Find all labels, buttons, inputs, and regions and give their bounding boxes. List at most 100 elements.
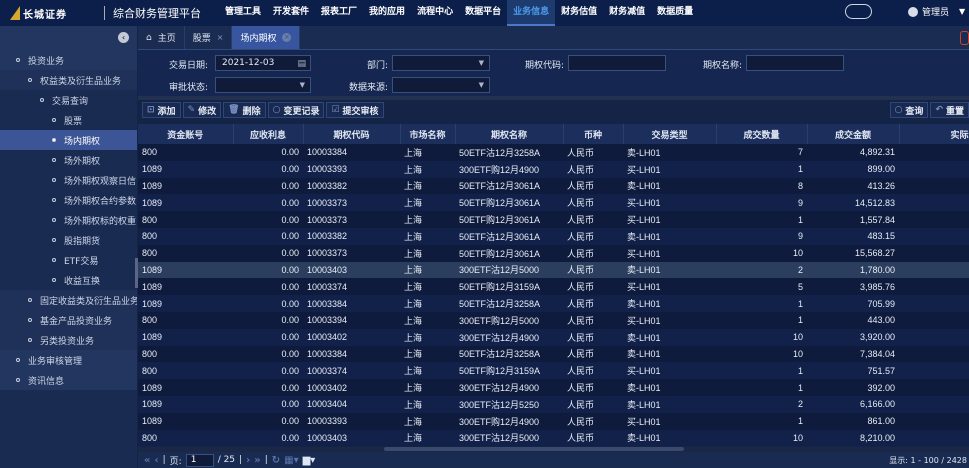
bullet-icon — [52, 118, 56, 122]
option-name-input[interactable] — [746, 55, 844, 71]
table-cell: 1,779 — [899, 261, 969, 279]
nav-item[interactable]: 流程中心 — [411, 0, 459, 26]
bullet-icon — [28, 338, 32, 342]
close-icon[interactable]: × — [217, 33, 224, 42]
main-content: ⌂ 主页 股票 × 场内期权 × 交易日期: 2021-12-03 ▤ 部门: ▼ 期权… — [138, 26, 969, 468]
sidebar-item[interactable]: 业务审核管理 — [0, 350, 137, 370]
sidebar-item[interactable]: 固定收益类及衍生品业务 — [0, 290, 137, 310]
sidebar-item[interactable]: 场内期权 — [0, 130, 137, 150]
dept-select[interactable]: ▼ — [392, 55, 490, 71]
sidebar-item[interactable]: 基金产品投资业务 — [0, 310, 137, 330]
table-row[interactable]: 1089 0.00 10003404 上海 300ETF沽12月5250 人民币 卖-LH0… — [138, 395, 969, 413]
tab-exchange-options[interactable]: 场内期权 × — [232, 26, 301, 49]
table-cell: 上海 — [400, 261, 455, 279]
tab-home[interactable]: ⌂ 主页 — [138, 26, 185, 49]
column-header[interactable]: 交易类型 — [623, 124, 717, 144]
page-input[interactable]: 1 — [185, 453, 214, 467]
column-header[interactable]: 市场名称 — [400, 124, 456, 144]
table-row[interactable]: 1089 0.00 10003402 上海 300ETF沽12月4900 人民币 卖-LH0… — [138, 328, 969, 346]
sidebar-item[interactable]: 股指期货 — [0, 230, 137, 250]
sidebar-item[interactable]: 场外期权标的权重 — [0, 210, 137, 230]
source-select[interactable]: ▼ — [392, 77, 490, 93]
table-row[interactable]: 1089 0.00 10003373 上海 50ETF购12月3061A 人民币 买-LH0… — [138, 194, 969, 212]
nav-item[interactable]: 数据质量 — [651, 0, 699, 26]
column-header[interactable]: 成交数量 — [716, 124, 808, 144]
table-cell: 800 — [138, 345, 233, 363]
table-row[interactable]: 800 0.00 10003403 上海 300ETF沽12月5000 人民币 卖-LH01… — [138, 429, 969, 447]
trade-date-input[interactable]: 2021-12-03 ▤ — [215, 55, 311, 71]
toolbar: ⊡ 添加 ✎ 修改 🗑 删除 ○ 变更记录 ☑ 提交审核 ○ 查询 ↶ 重置 — [138, 100, 969, 120]
column-header[interactable]: 应收利息 — [233, 124, 304, 144]
column-header[interactable]: 实际收付 — [899, 124, 969, 144]
column-header[interactable]: 期权名称 — [455, 124, 564, 144]
table-row[interactable]: 1089 0.00 10003393 上海 300ETF购12月4900 人民币 买-LH0… — [138, 412, 969, 430]
edit-button[interactable]: ✎ 修改 — [182, 102, 222, 118]
table-cell: 1 — [716, 412, 807, 430]
sidebar-item[interactable]: 资讯信息 — [0, 370, 137, 390]
scrollbar-thumb[interactable] — [384, 447, 684, 451]
collapse-icon[interactable]: ‹ — [118, 32, 129, 43]
table-row[interactable]: 1089 0.00 10003393 上海 300ETF购12月4900 人民币 买-LH0… — [138, 160, 969, 178]
close-icon[interactable]: × — [282, 33, 292, 42]
sidebar-item[interactable]: 另类投资业务 — [0, 330, 137, 350]
table-row[interactable]: 800 0.00 10003382 上海 50ETF沽12月3061A 人民币 卖-LH01… — [138, 227, 969, 245]
bullet-icon — [16, 378, 20, 382]
table-row[interactable]: 1089 0.00 10003384 上海 50ETF沽12月3258A 人民币 卖-LH0… — [138, 295, 969, 312]
column-header[interactable]: 币种 — [563, 124, 624, 144]
sidebar-item[interactable]: 投资业务 — [0, 50, 137, 70]
sidebar-item[interactable]: 权益类及衍生品业务 — [0, 70, 137, 90]
table-row[interactable]: 800 0.00 10003373 上海 50ETF购12月3061A 人民币 买-LH01… — [138, 244, 969, 262]
user-menu[interactable]: 管理员 ▼ — [908, 5, 965, 18]
table-row[interactable]: 800 0.00 10003384 上海 50ETF沽12月3258A 人民币 卖-LH01… — [138, 144, 969, 161]
next-page-icon[interactable]: › — [246, 455, 250, 466]
info-icon[interactable] — [960, 31, 969, 45]
bullet-icon — [52, 178, 56, 182]
sidebar-item[interactable]: 场外期权合约参数 — [0, 190, 137, 210]
last-page-icon[interactable]: » — [254, 455, 260, 466]
nav-item[interactable]: 财务估值 — [555, 0, 603, 26]
table-row[interactable]: 1089 0.00 10003382 上海 50ETF沽12月3061A 人民币 卖-LH0… — [138, 177, 969, 195]
sidebar-item[interactable]: ETF交易 — [0, 250, 137, 270]
prev-page-icon[interactable]: ‹ — [154, 455, 158, 466]
table-cell: 8,210.00 — [807, 429, 899, 447]
table-row[interactable]: 1089 0.00 10003403 上海 300ETF沽12月5000 人民币 卖-LH0… — [138, 261, 969, 279]
history-button[interactable]: ○ 变更记录 — [267, 102, 325, 118]
first-page-icon[interactable]: « — [144, 455, 150, 466]
table-row[interactable]: 800 0.00 10003394 上海 300ETF购12月5000 人民币 买-LH01… — [138, 311, 969, 329]
table-row[interactable]: 800 0.00 10003374 上海 50ETF购12月3159A 人民币 买-LH01… — [138, 362, 969, 380]
export-menu-icon[interactable]: ▆▾ — [303, 455, 316, 466]
columns-menu-icon[interactable]: ▦▾ — [284, 455, 298, 466]
sidebar-item-label: 场内期权 — [64, 136, 101, 147]
reset-button[interactable]: ↶ 重置 — [930, 102, 969, 118]
nav-item[interactable]: 业务信息 — [507, 0, 556, 26]
sidebar-item[interactable]: 收益互换 — [0, 270, 137, 290]
delete-button[interactable]: 🗑 删除 — [223, 102, 266, 118]
search-button[interactable] — [845, 4, 872, 19]
tab-stock[interactable]: 股票 × — [185, 26, 233, 49]
nav-item[interactable]: 开发套件 — [267, 0, 315, 26]
sidebar-item[interactable]: 场外期权 — [0, 150, 137, 170]
nav-item[interactable]: 我的应用 — [363, 0, 411, 26]
table-cell: 10003382 — [303, 227, 400, 245]
nav-item[interactable]: 报表工厂 — [315, 0, 363, 26]
nav-item[interactable]: 数据平台 — [459, 0, 507, 26]
add-button[interactable]: ⊡ 添加 — [142, 102, 181, 118]
nav-item[interactable]: 财务减值 — [603, 0, 651, 26]
table-row[interactable]: 1089 0.00 10003402 上海 300ETF沽12月4900 人民币 卖-LH0… — [138, 379, 969, 396]
approval-select[interactable]: ▼ — [215, 77, 311, 93]
table-row[interactable]: 800 0.00 10003373 上海 50ETF购12月3061A 人民币 买-LH01… — [138, 211, 969, 228]
submit-review-button[interactable]: ☑ 提交审核 — [326, 102, 384, 118]
nav-item[interactable]: 管理工具 — [219, 0, 267, 26]
sidebar-item[interactable]: 场外期权观察日信 — [0, 170, 137, 190]
option-code-input[interactable] — [568, 55, 666, 71]
column-header[interactable]: 成交金额 — [807, 124, 900, 144]
sidebar-item[interactable]: 股票 — [0, 110, 137, 130]
column-header[interactable]: 资金账号 — [138, 124, 234, 144]
table-row[interactable]: 1089 0.00 10003374 上海 50ETF购12月3159A 人民币 买-LH0… — [138, 278, 969, 296]
table-row[interactable]: 800 0.00 10003384 上海 50ETF沽12月3258A 人民币 卖-LH01… — [138, 345, 969, 363]
sidebar-item[interactable]: 交易查询 — [0, 90, 137, 110]
query-button[interactable]: ○ 查询 — [889, 102, 929, 118]
calendar-icon[interactable]: ▤ — [297, 57, 306, 71]
refresh-icon[interactable]: ↻ — [272, 455, 280, 466]
column-header[interactable]: 期权代码 — [303, 124, 401, 144]
